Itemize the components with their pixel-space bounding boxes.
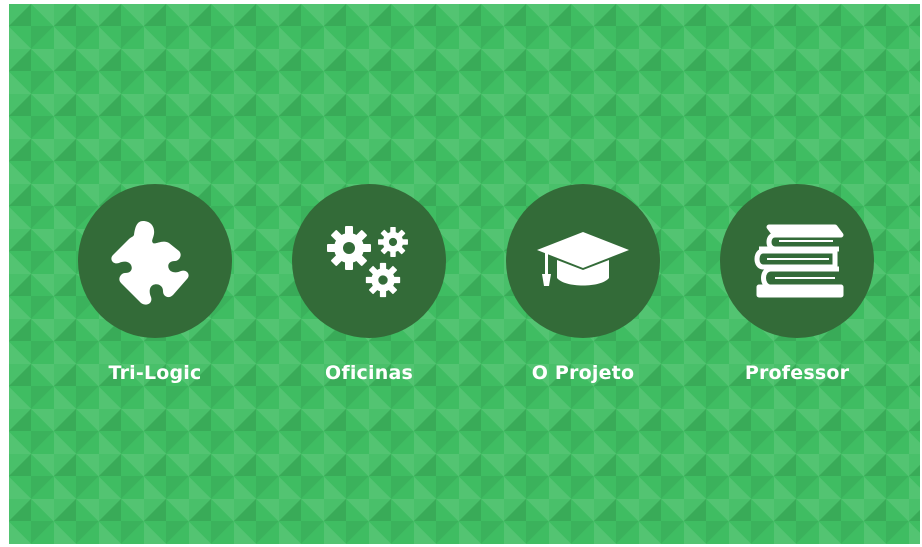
- menu-item-label[interactable]: Professor: [697, 362, 897, 384]
- menu-item-oficinas[interactable]: Oficinas: [269, 184, 469, 384]
- books-icon: [754, 224, 844, 298]
- menu-circle[interactable]: [506, 184, 660, 338]
- main-menu: Tri-Logic Oficinas O Projeto Professor: [9, 184, 920, 404]
- menu-circle[interactable]: [720, 184, 874, 338]
- menu-circle[interactable]: [292, 184, 446, 338]
- menu-item-professor[interactable]: Professor: [697, 184, 897, 384]
- menu-item-label[interactable]: O Projeto: [483, 362, 683, 384]
- puzzle-piece-icon: [111, 221, 189, 305]
- menu-item-tri-logic[interactable]: Tri-Logic: [55, 184, 255, 384]
- gears-icon: [327, 226, 408, 298]
- menu-item-o-projeto[interactable]: O Projeto: [483, 184, 683, 384]
- menu-item-label[interactable]: Oficinas: [269, 362, 469, 384]
- menu-item-label[interactable]: Tri-Logic: [55, 362, 255, 384]
- menu-circle[interactable]: [78, 184, 232, 338]
- main-background: Tri-Logic Oficinas O Projeto Professor: [9, 4, 920, 544]
- graduation-cap-icon: [537, 232, 629, 286]
